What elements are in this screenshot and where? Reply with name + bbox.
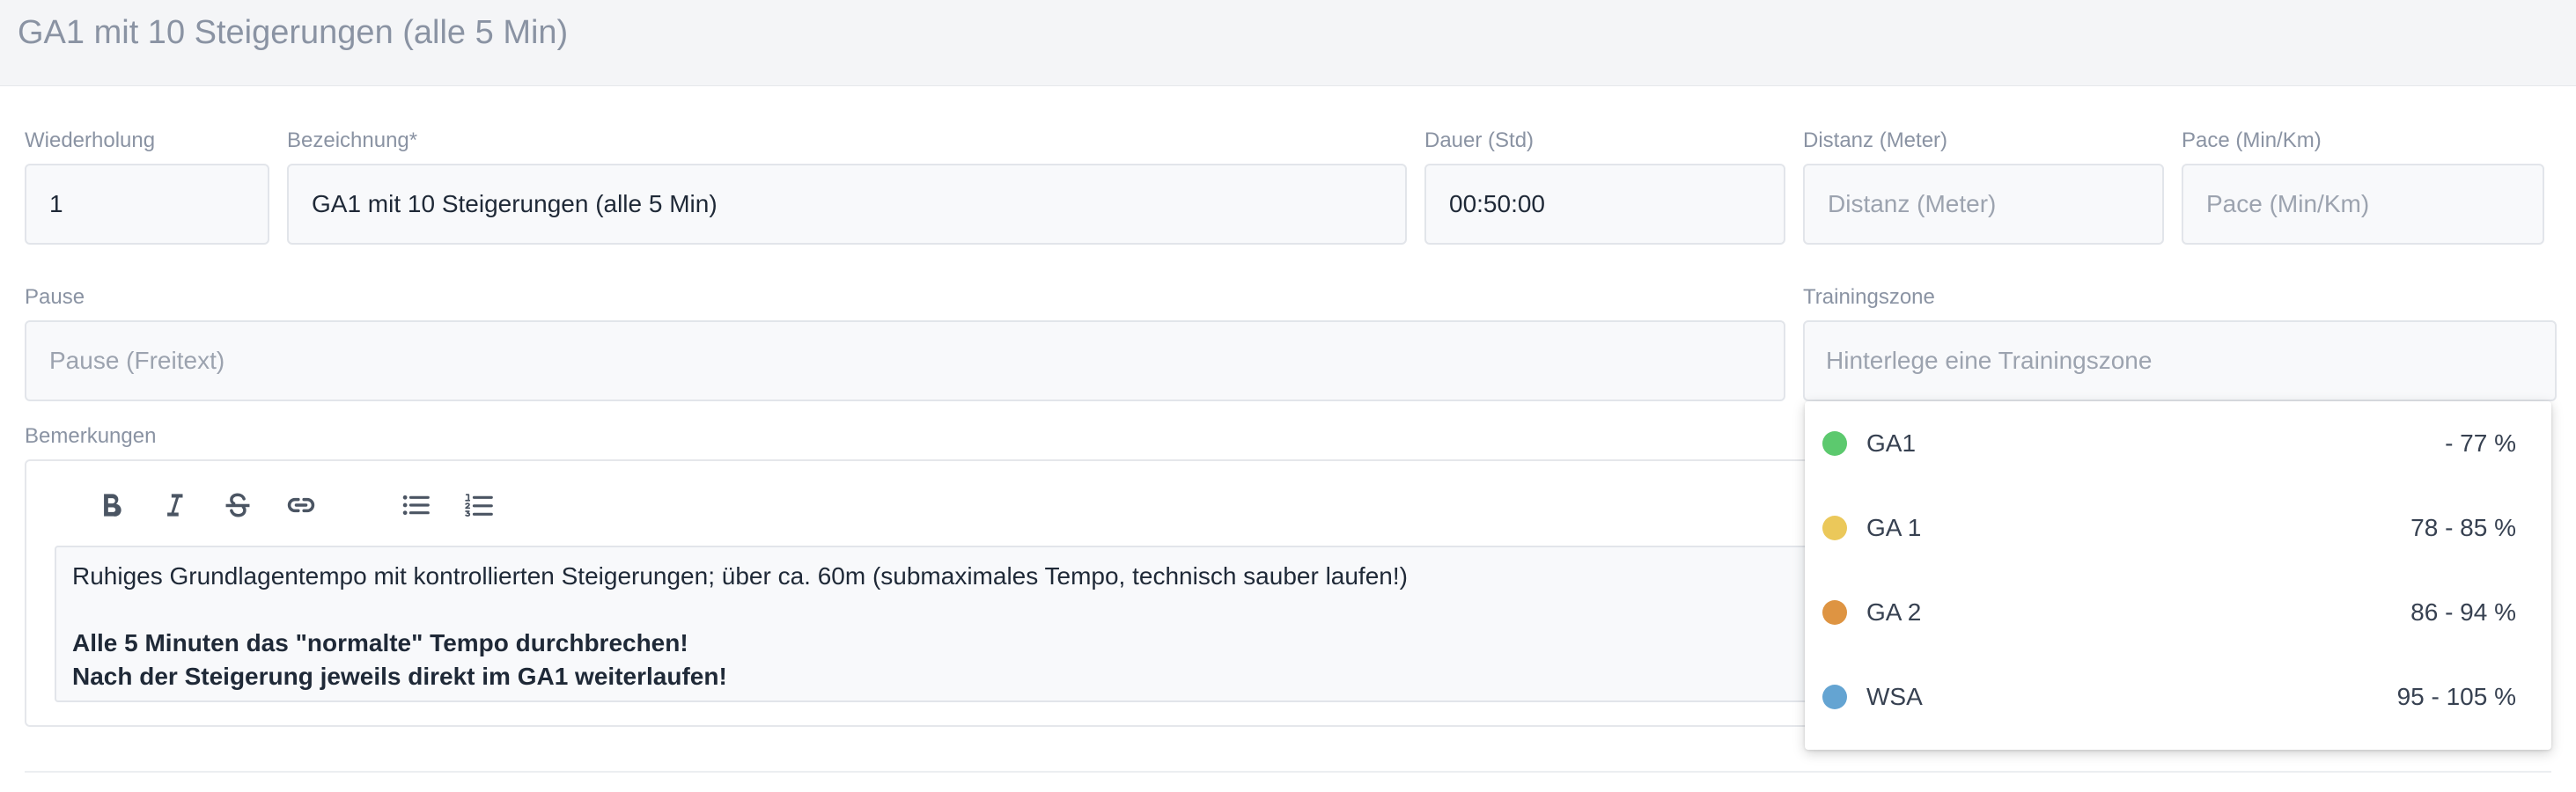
zone-range: - 77 % (2445, 429, 2516, 457)
bullet-list-icon[interactable] (394, 484, 437, 526)
zone-option[interactable]: GA 2 86 - 94 % (1805, 570, 2551, 655)
zone-dot-icon (1822, 600, 1847, 625)
page-title: GA1 mit 10 Steigerungen (alle 5 Min) (18, 14, 569, 51)
zone-range: 95 - 105 % (2396, 683, 2516, 710)
distanz-label: Distanz (Meter) (1803, 128, 1948, 152)
remark-line-bold: Nach der Steigerung jeweils direkt im GA… (72, 663, 727, 690)
dauer-input[interactable] (1424, 164, 1785, 245)
numbered-list-icon[interactable] (458, 484, 500, 526)
bezeichnung-input[interactable] (287, 164, 1407, 245)
rich-text-editor: Ruhiges Grundlagentempo mit kontrolliert… (25, 459, 1824, 727)
dauer-label: Dauer (Std) (1424, 128, 1535, 152)
bezeichnung-label: Bezeichnung* (287, 128, 418, 152)
wiederholung-input[interactable] (25, 164, 269, 245)
trainingszone-label: Trainingszone (1803, 285, 1935, 309)
bold-icon[interactable] (90, 484, 132, 526)
trainingszone-dropdown: GA1 - 77 % GA 1 78 - 85 % GA 2 86 - 94 %… (1805, 401, 2551, 750)
zone-range: 78 - 85 % (2410, 514, 2516, 541)
distanz-input[interactable] (1803, 164, 2164, 245)
zone-option[interactable]: WSA 95 - 105 % (1805, 655, 2551, 739)
pace-label: Pace (Min/Km) (2182, 128, 2322, 152)
zone-option[interactable]: GA 1 78 - 85 % (1805, 486, 2551, 570)
editor-toolbar (26, 461, 1810, 546)
zone-dot-icon (1822, 431, 1847, 456)
italic-icon[interactable] (153, 484, 195, 526)
remark-line: Ruhiges Grundlagentempo mit kontrolliert… (72, 562, 1408, 590)
zone-name: WSA (1866, 683, 1923, 710)
editor-content[interactable]: Ruhiges Grundlagentempo mit kontrolliert… (55, 546, 1824, 702)
link-icon[interactable] (280, 484, 322, 526)
remark-line-bold: Alle 5 Minuten das "normalte" Tempo durc… (72, 629, 688, 656)
pause-input[interactable] (25, 320, 1785, 401)
zone-name: GA1 (1866, 429, 1917, 457)
trainingszone-placeholder: Hinterlege eine Trainingszone (1826, 347, 2153, 374)
pause-label: Pause (25, 285, 85, 309)
zone-dot-icon (1822, 685, 1847, 709)
bemerkungen-label: Bemerkungen (25, 424, 157, 448)
pace-input[interactable] (2182, 164, 2544, 245)
wiederholung-label: Wiederholung (25, 128, 156, 152)
zone-dot-icon (1822, 516, 1847, 540)
zone-option[interactable]: GA1 - 77 % (1805, 401, 2551, 486)
page-header: GA1 mit 10 Steigerungen (alle 5 Min) (0, 0, 2576, 86)
zone-range: 86 - 94 % (2410, 598, 2516, 626)
zone-name: GA 2 (1866, 598, 1922, 626)
zone-name: GA 1 (1866, 514, 1922, 541)
strikethrough-icon[interactable] (217, 484, 259, 526)
divider (25, 771, 2551, 773)
trainingszone-select[interactable]: Hinterlege eine Trainingszone (1803, 320, 2557, 401)
